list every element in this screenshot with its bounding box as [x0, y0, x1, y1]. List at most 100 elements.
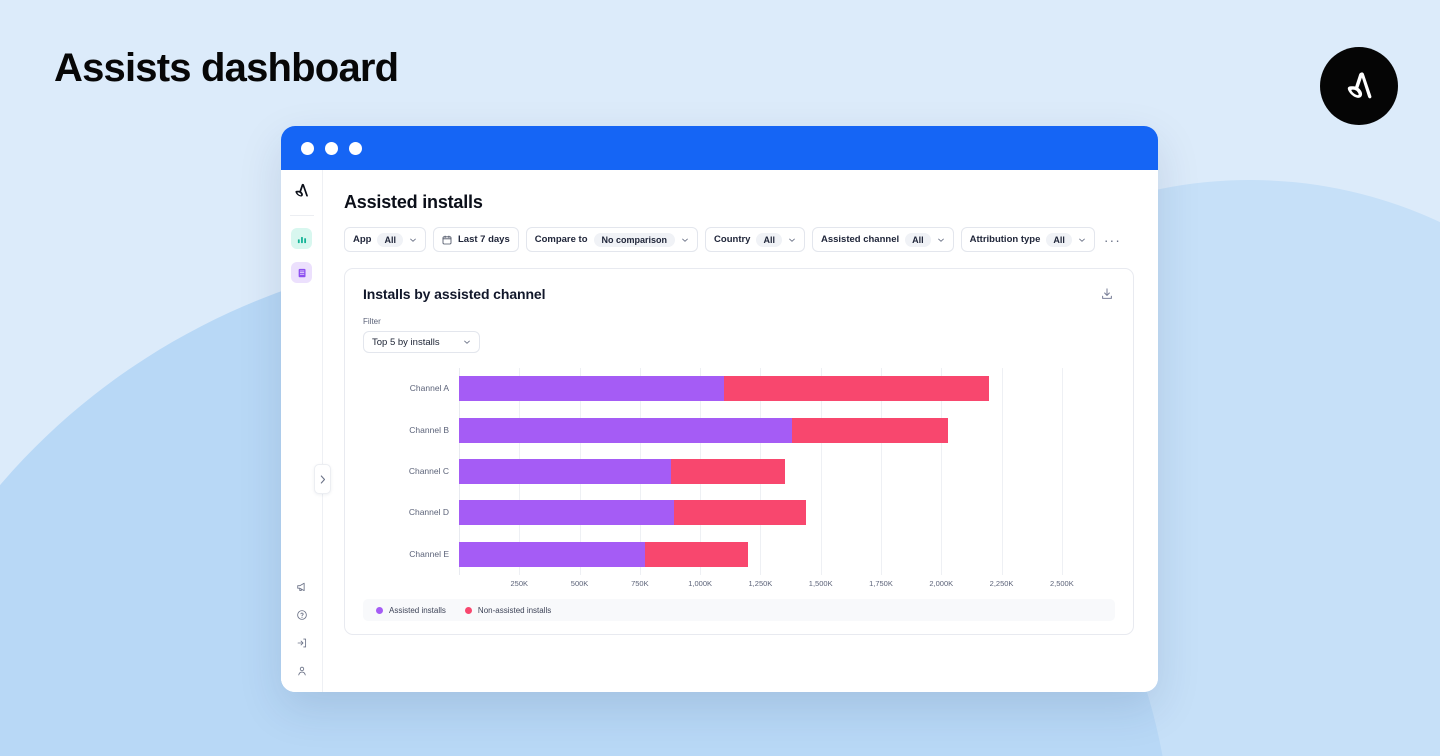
filter-app-label: App — [353, 234, 372, 245]
legend-label: Non-assisted installs — [477, 605, 552, 615]
chart-bars — [459, 368, 1098, 575]
chart-bar-segment[interactable] — [673, 500, 807, 526]
chart-bar-row[interactable] — [459, 541, 1098, 567]
chart-legend: Assisted installs Non-assisted installs — [363, 599, 1115, 621]
main-content: Assisted installs App All Last 7 days Co… — [323, 170, 1158, 692]
filter-country-value: All — [756, 232, 782, 247]
chart-x-tick-label: 2,000K — [929, 579, 954, 588]
filter-assisted-channel-label: Assisted channel — [820, 234, 900, 245]
chart-bar-row[interactable] — [459, 376, 1098, 402]
chart-x-tick-label: 2,250K — [989, 579, 1014, 588]
filter-compare-to-value: No comparison — [593, 232, 676, 247]
sidebar-divider — [289, 215, 314, 216]
filter-compare-to-label: Compare to — [534, 234, 588, 245]
app-page-title: Assisted installs — [344, 192, 483, 212]
chart-bar-segment[interactable] — [459, 376, 725, 402]
legend-item-non-assisted[interactable]: Non-assisted installs — [464, 605, 552, 615]
chart-filter-select-value: Top 5 by installs — [372, 336, 440, 348]
chevron-down-icon — [937, 238, 944, 242]
filter-date-range-value: Last 7 days — [457, 234, 510, 245]
filter-date-range[interactable]: Last 7 days — [432, 227, 519, 252]
calendar-icon — [442, 235, 452, 244]
filter-assisted-channel-value: All — [905, 232, 931, 247]
filter-app[interactable]: App All — [344, 227, 426, 252]
filter-attribution-type[interactable]: Attribution type All — [960, 227, 1095, 252]
window-dot-maximize[interactable] — [349, 141, 362, 155]
brand-logo-badge — [1320, 47, 1398, 125]
chart-card: Installs by assisted channel Filter Top … — [344, 268, 1134, 635]
more-filters-button[interactable]: ··· — [1104, 233, 1121, 247]
chart-bar-row[interactable] — [459, 417, 1098, 443]
chart-category-label: Channel D — [408, 507, 449, 518]
chart-bar-segment[interactable] — [644, 541, 749, 567]
question-circle-icon — [296, 610, 307, 620]
legend-label: Assisted installs — [389, 605, 446, 615]
chart-bar-row[interactable] — [459, 458, 1098, 484]
chart-bar-segment[interactable] — [724, 376, 990, 402]
chart-x-tick-label: 500K — [570, 579, 589, 588]
chevron-down-icon — [410, 238, 416, 242]
legend-item-assisted[interactable]: Assisted installs — [376, 606, 446, 615]
window-dot-close[interactable] — [301, 141, 314, 155]
chart-bar-segment[interactable] — [459, 541, 645, 567]
chart-category-label: Channel E — [409, 548, 449, 559]
chart-x-axis: 250K 500K 750K 1,000K 1,250K 1,500K 1,750K 2,00… — [459, 576, 1098, 594]
window-dot-minimize[interactable] — [325, 141, 338, 155]
chart-x-tick-label: 250K — [510, 579, 529, 588]
legend-swatch — [376, 606, 383, 614]
chart-bar-segment[interactable] — [459, 417, 792, 443]
document-icon — [298, 268, 306, 277]
filter-compare-to[interactable]: Compare to No comparison — [525, 227, 699, 252]
window-titlebar — [281, 126, 1158, 170]
chart-plot — [459, 368, 1098, 575]
filter-country[interactable]: Country All — [705, 227, 805, 252]
filter-assisted-channel[interactable]: Assisted channel All — [811, 227, 954, 252]
chevron-down-icon — [1079, 238, 1085, 242]
download-button[interactable] — [1099, 286, 1115, 302]
sidebar-item-logout[interactable] — [295, 636, 309, 650]
chart-filter-select[interactable]: Top 5 by installs — [363, 331, 480, 353]
legend-swatch — [464, 606, 472, 614]
filter-attribution-type-value: All — [1046, 232, 1072, 247]
chart-filter-caption: Filter — [363, 317, 381, 326]
chart-bar-segment[interactable] — [459, 500, 674, 526]
megaphone-icon — [296, 582, 305, 592]
chart-bar-row[interactable] — [459, 500, 1098, 526]
chart-x-tick-label: 1,000K — [688, 579, 713, 588]
sidebar-item-dashboard[interactable] — [291, 228, 312, 249]
download-icon — [1102, 288, 1112, 299]
chart-category-label: Channel C — [408, 465, 449, 476]
sidebar-bottom-group — [281, 580, 322, 678]
app-sidebar — [281, 170, 323, 692]
chart-x-tick-label: 1,250K — [748, 579, 773, 588]
sidebar-item-announcements[interactable] — [295, 580, 309, 594]
filter-app-value: All — [377, 232, 403, 247]
appsflyer-logo-icon — [295, 183, 308, 197]
chart-category-label: Channel B — [409, 424, 449, 435]
sidebar-item-help[interactable] — [295, 608, 309, 622]
chevron-down-icon — [682, 238, 688, 242]
chart-title: Installs by assisted channel — [363, 286, 546, 302]
window-body: Assisted installs App All Last 7 days Co… — [281, 170, 1158, 692]
logout-icon — [297, 638, 306, 648]
filter-bar: App All Last 7 days Compare to No compar… — [344, 227, 1134, 252]
chart-bar-segment[interactable] — [791, 417, 949, 443]
person-icon — [297, 666, 306, 676]
browser-window: Assisted installs App All Last 7 days Co… — [281, 126, 1158, 692]
chart-bar-segment[interactable] — [459, 458, 672, 484]
appsflyer-a-logo-icon — [1347, 72, 1372, 99]
chart-bar-segment[interactable] — [671, 458, 785, 484]
filter-country-label: Country — [714, 234, 751, 245]
chart-card-header: Installs by assisted channel — [363, 286, 1115, 302]
bar-chart-icon — [297, 236, 306, 243]
chart-x-tick-label: 750K — [631, 579, 649, 588]
chart-x-tick-label: 1,750K — [869, 579, 893, 588]
sidebar-collapse-toggle[interactable] — [314, 464, 331, 494]
page-title: Assists dashboard — [54, 46, 399, 90]
chevron-down-icon — [789, 238, 795, 242]
sidebar-item-reports[interactable] — [291, 262, 312, 283]
sidebar-logo[interactable] — [293, 183, 310, 203]
chevron-right-icon — [320, 474, 325, 484]
chevron-down-icon — [464, 340, 470, 344]
sidebar-item-account[interactable] — [295, 664, 309, 678]
